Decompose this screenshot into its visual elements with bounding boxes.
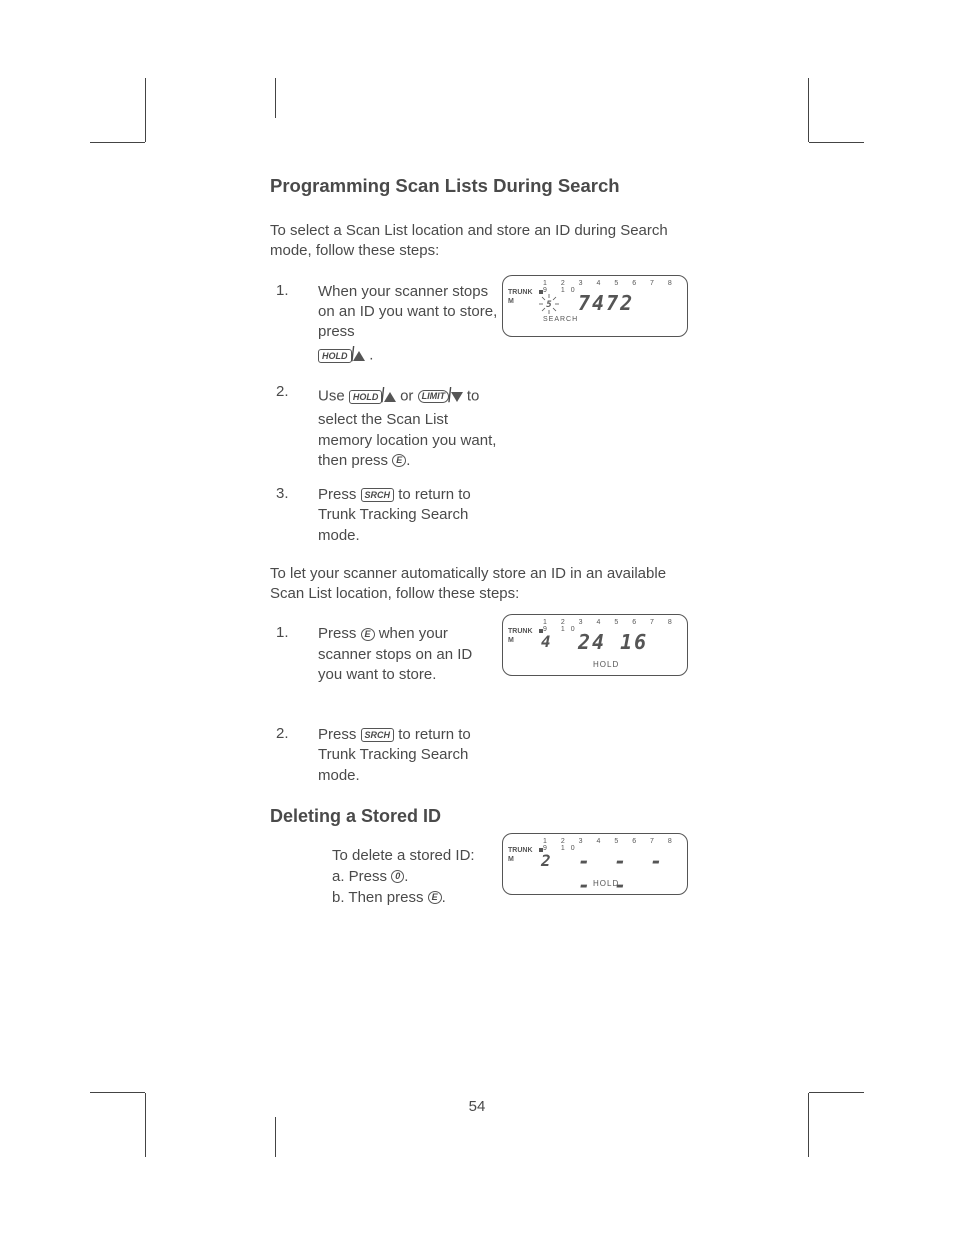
srch-button-icon: SRCH	[361, 488, 395, 502]
step-number: 2.	[270, 383, 318, 471]
step-a3: 3. Press SRCH to return to Trunk Trackin…	[270, 485, 690, 546]
lcd-trunk-label: TRUNK	[508, 847, 533, 854]
lcd-trunk-label: TRUNK	[508, 628, 533, 635]
lcd-sub-display: 2	[541, 851, 551, 870]
step-number: 2.	[270, 725, 318, 786]
lcd-m-label: M	[508, 637, 514, 644]
srch-button-icon: SRCH	[361, 728, 395, 742]
lcd-search-label: SEARCH	[543, 316, 578, 323]
e-button-icon: E	[428, 891, 442, 904]
lcd-main-display: 24 16	[578, 630, 648, 654]
slash-icon: /	[448, 383, 451, 410]
lcd-screen-2: 1 2 3 4 5 6 7 8 9 10 TRUNK M 4 24 16 HOL…	[502, 614, 688, 676]
slash-icon: /	[381, 383, 384, 410]
hold-button-icon: HOLD	[318, 349, 352, 363]
triangle-up-icon	[384, 392, 396, 402]
hold-button-icon: HOLD	[349, 390, 383, 404]
step-text: Use HOLD/ or LIMIT/ to select the Scan L…	[318, 383, 498, 471]
step-text: When your scanner stops on an ID you wan…	[318, 282, 498, 370]
svg-text:5: 5	[546, 300, 552, 310]
heading-programming: Programming Scan Lists During Search	[270, 175, 690, 197]
lcd-hold-label: HOLD	[593, 660, 619, 669]
triangle-down-icon	[451, 392, 463, 402]
lcd-m-label: M	[508, 298, 514, 305]
limit-button-icon: LIMIT	[418, 390, 450, 403]
e-button-icon: E	[392, 454, 406, 467]
step-number: 1.	[270, 624, 318, 685]
lcd-m-label: M	[508, 856, 514, 863]
lcd-trunk-label: TRUNK	[508, 289, 533, 296]
step-b2: 2. Press SRCH to return to Trunk Trackin…	[270, 725, 690, 786]
lcd-main-display: 7472	[578, 291, 634, 315]
lcd-screen-3: 1 2 3 4 5 6 7 8 9 10 TRUNK M 2 - - - - -…	[502, 833, 688, 895]
heading-deleting: Deleting a Stored ID	[270, 806, 690, 827]
slash-icon: /	[351, 342, 354, 369]
step-number: 3.	[270, 485, 318, 546]
lcd-screen-1: 1 2 3 4 5 6 7 8 9 10 TRUNK M 5 7472 SEAR…	[502, 275, 688, 337]
step-a2: 2. Use HOLD/ or LIMIT/ to select the Sca…	[270, 383, 690, 471]
lcd-hold-label: HOLD	[593, 879, 619, 888]
lcd-main-display: - - - - -	[578, 849, 687, 897]
signal-icon: 5	[539, 294, 559, 314]
lcd-sub-display: 4	[541, 632, 551, 651]
e-button-icon: E	[361, 628, 375, 641]
intro-text-2: To let your scanner automatically store …	[270, 564, 690, 605]
triangle-up-icon	[353, 351, 365, 361]
step-text: Press SRCH to return to Trunk Tracking S…	[318, 725, 498, 786]
step-text: Press SRCH to return to Trunk Tracking S…	[318, 485, 498, 546]
page-number: 54	[0, 1098, 954, 1115]
step-number: 1.	[270, 282, 318, 370]
step-text: Press E when your scanner stops on an ID…	[318, 624, 498, 685]
intro-text-1: To select a Scan List location and store…	[270, 221, 690, 262]
zero-button-icon: 0	[391, 870, 404, 883]
